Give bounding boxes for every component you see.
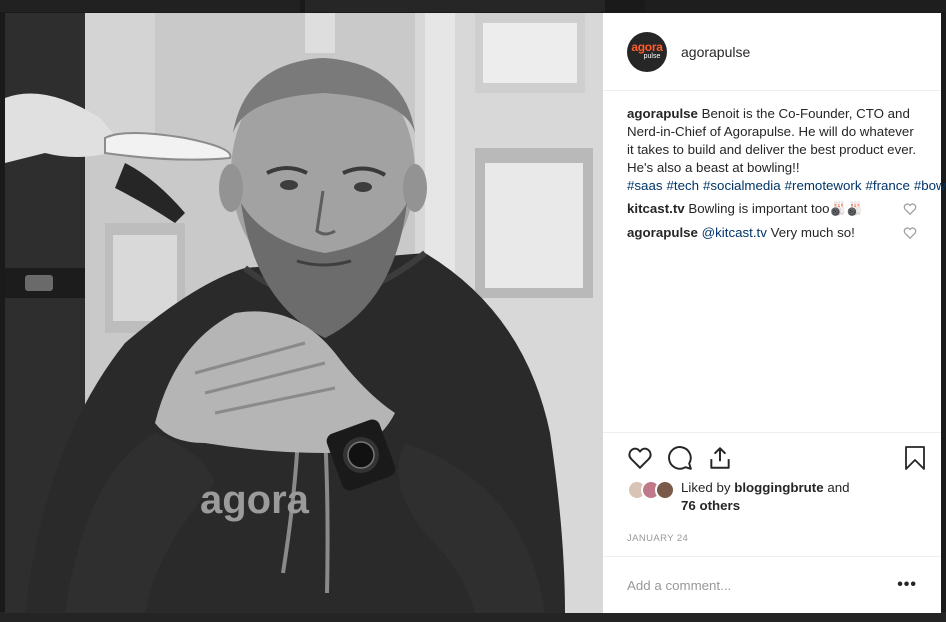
- post-sidebar: agora pulse agorapulse agorapulse Benoit…: [603, 13, 946, 613]
- likes-summary[interactable]: Liked by bloggingbrute and 76 others: [627, 479, 927, 515]
- hashtag-link[interactable]: #bowling: [914, 178, 946, 193]
- comment-mention-link[interactable]: @kitcast.tv: [702, 225, 767, 240]
- avatar-logo-text: agora: [631, 40, 663, 54]
- add-comment-input[interactable]: [627, 577, 898, 593]
- share-icon[interactable]: [707, 445, 733, 471]
- likes-prefix: Liked by: [681, 480, 731, 495]
- caption-username[interactable]: agorapulse: [627, 106, 698, 121]
- hashtag-list: #saas #tech #socialmedia #remotework #france…: [627, 177, 946, 195]
- comment-icon[interactable]: [667, 445, 693, 471]
- likes-text: Liked by bloggingbrute and 76 others: [681, 479, 850, 515]
- comment-item: kitcast.tv Bowling is important too🎳🎳: [627, 200, 917, 218]
- post-modal: agora agora pulse agorapulse agorapulse …: [5, 13, 946, 613]
- action-icons-row: [627, 433, 927, 477]
- avatar-logo-subtext: pulse: [643, 53, 661, 60]
- post-date: JANUARY 24: [603, 524, 941, 557]
- comment-text: Very much so!: [770, 225, 855, 240]
- post-actions: Liked by bloggingbrute and 76 others: [603, 432, 941, 524]
- liker-username[interactable]: bloggingbrute: [734, 480, 823, 495]
- more-options-icon[interactable]: •••: [897, 576, 917, 594]
- shirt-logo-text: agora: [200, 478, 310, 522]
- heart-icon[interactable]: [627, 445, 653, 471]
- hashtag-link[interactable]: #remotework: [785, 178, 862, 193]
- hashtag-link[interactable]: #france: [865, 178, 909, 193]
- liker-avatars: [627, 480, 681, 502]
- photo-illustration: agora: [5, 13, 603, 613]
- comment-username[interactable]: kitcast.tv: [627, 201, 685, 216]
- hashtag-link[interactable]: #socialmedia: [703, 178, 781, 193]
- hashtag-link[interactable]: #tech: [666, 178, 699, 193]
- post-caption: agorapulse Benoit is the Co-Founder, CTO…: [627, 105, 946, 195]
- hashtag-link[interactable]: #saas: [627, 178, 662, 193]
- comments-section: agorapulse Benoit is the Co-Founder, CTO…: [603, 91, 946, 432]
- comment-username[interactable]: agorapulse: [627, 225, 698, 240]
- avatar[interactable]: agora pulse: [627, 31, 667, 72]
- like-comment-heart-icon[interactable]: [903, 202, 917, 216]
- like-comment-heart-icon[interactable]: [903, 226, 917, 240]
- account-username[interactable]: agorapulse: [681, 44, 750, 60]
- post-photo[interactable]: agora: [5, 13, 603, 613]
- liker-avatar: [655, 480, 675, 500]
- add-comment-bar: •••: [603, 557, 941, 613]
- likes-others-count[interactable]: 76 others: [681, 498, 740, 513]
- comment-item: agorapulse @kitcast.tv Very much so!: [627, 224, 917, 242]
- post-header: agora pulse agorapulse: [603, 13, 941, 91]
- bookmark-icon[interactable]: [903, 445, 927, 471]
- likes-joiner: and: [827, 480, 850, 495]
- bowling-emoji: 🎳🎳: [829, 201, 863, 216]
- comment-text: Bowling is important too: [688, 201, 830, 216]
